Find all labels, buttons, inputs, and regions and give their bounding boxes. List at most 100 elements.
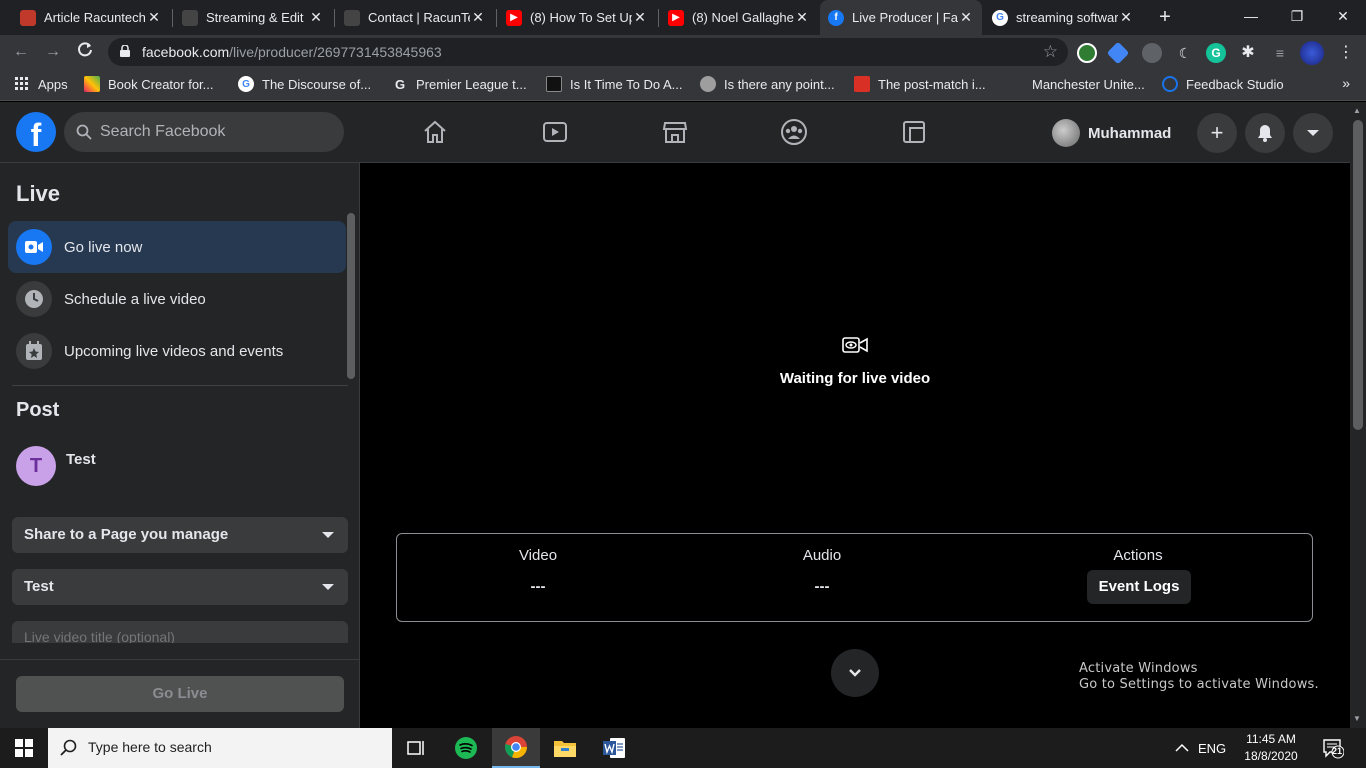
facebook-search-input[interactable]: Search Facebook xyxy=(64,112,344,152)
scrollbar-thumb[interactable] xyxy=(1353,120,1363,430)
create-button[interactable]: + xyxy=(1197,113,1237,153)
tab-separator xyxy=(172,9,173,27)
profile-button[interactable]: Muhammad xyxy=(1052,116,1171,150)
close-tab-icon[interactable]: ✕ xyxy=(794,9,810,26)
facebook-icon: f xyxy=(828,9,844,26)
extension-icon[interactable] xyxy=(1077,43,1097,63)
chevron-down-icon xyxy=(849,669,861,677)
browser-tab-active[interactable]: f Live Producer | Facebook ✕ xyxy=(820,0,982,35)
chrome-menu-icon[interactable]: ⋮ xyxy=(1336,43,1356,63)
taskbar-search-input[interactable]: Type here to search xyxy=(48,728,392,768)
home-nav-button[interactable] xyxy=(417,114,453,150)
dark-mode-icon[interactable]: ☾ xyxy=(1175,43,1195,63)
bookmark-item[interactable]: Book Creator for... xyxy=(84,76,214,92)
lock-icon xyxy=(120,45,130,57)
new-tab-button[interactable]: + xyxy=(1154,6,1176,28)
scroll-down-icon[interactable]: ▼ xyxy=(1353,714,1361,723)
browser-tab[interactable]: Article Racuntech ✕ xyxy=(12,0,170,35)
clock-icon xyxy=(16,281,52,317)
waiting-status-text: Waiting for live video xyxy=(779,370,931,387)
show-hidden-icons-button[interactable] xyxy=(1175,728,1189,768)
close-window-button[interactable]: ✕ xyxy=(1320,0,1366,35)
go-live-button[interactable]: Go Live xyxy=(16,676,344,712)
chrome-taskbar-button[interactable] xyxy=(492,728,540,768)
address-bar[interactable]: facebook.com/live/producer/2697731453845… xyxy=(108,38,1068,66)
upcoming-live-videos-item[interactable]: Upcoming live videos and events xyxy=(8,325,346,377)
url-text: facebook.com/live/producer/2697731453845… xyxy=(142,44,442,60)
share-destination-select[interactable]: Share to a Page you manage xyxy=(12,517,348,553)
close-tab-icon[interactable]: ✕ xyxy=(146,9,162,26)
extensions-puzzle-icon[interactable]: ✱ xyxy=(1238,43,1258,63)
browser-tab[interactable]: Streaming & Edit ✕ xyxy=(174,0,332,35)
browser-tab[interactable]: ▶ (8) Noel Gallagher ✕ xyxy=(660,0,818,35)
extension-icon[interactable] xyxy=(1142,43,1162,63)
forward-button[interactable]: → xyxy=(42,41,64,63)
language-indicator[interactable]: ENG xyxy=(1198,728,1226,768)
event-logs-button[interactable]: Event Logs xyxy=(1087,570,1191,604)
browser-tab[interactable]: ▶ (8) How To Set Up ✕ xyxy=(498,0,656,35)
bookmark-item[interactable]: G Premier League t... xyxy=(392,76,527,92)
sidebar-scrollbar[interactable] xyxy=(347,213,355,379)
bookmark-item[interactable]: Feedback Studio xyxy=(1162,76,1284,92)
bookmark-star-icon[interactable]: ☆ xyxy=(1043,42,1058,62)
bookmark-item[interactable]: The post-match i... xyxy=(854,76,986,92)
minimize-button[interactable]: — xyxy=(1228,0,1274,35)
start-button[interactable] xyxy=(0,728,48,768)
browser-tab[interactable]: G streaming software ✕ xyxy=(984,0,1142,35)
schedule-live-video-item[interactable]: Schedule a live video xyxy=(8,273,346,325)
bookmark-item[interactable]: G The Discourse of... xyxy=(238,76,371,92)
youtube-icon: ▶ xyxy=(668,9,684,26)
spotify-taskbar-button[interactable] xyxy=(442,728,490,768)
close-tab-icon[interactable]: ✕ xyxy=(1118,9,1134,26)
gaming-nav-button[interactable] xyxy=(896,114,932,150)
apps-grid-icon xyxy=(14,76,30,92)
browser-tab[interactable]: Contact | RacunTech ✕ xyxy=(336,0,494,35)
more-bookmarks-icon[interactable]: » xyxy=(1342,75,1350,91)
system-clock[interactable]: 11:45 AM 18/8/2020 xyxy=(1236,731,1306,765)
watch-nav-button[interactable] xyxy=(537,114,573,150)
grammarly-icon[interactable]: G xyxy=(1206,43,1226,63)
chevron-down-icon xyxy=(1307,130,1319,136)
extension-icon[interactable] xyxy=(1106,41,1130,65)
bookmark-item[interactable]: Manchester Unite... xyxy=(1008,76,1145,92)
facebook-logo-icon[interactable]: f xyxy=(16,112,56,152)
close-tab-icon[interactable]: ✕ xyxy=(308,9,324,26)
close-tab-icon[interactable]: ✕ xyxy=(958,9,974,26)
marketplace-nav-button[interactable] xyxy=(657,114,693,150)
file-explorer-taskbar-button[interactable] xyxy=(541,728,589,768)
scroll-up-icon[interactable]: ▲ xyxy=(1353,106,1361,115)
account-menu-button[interactable] xyxy=(1293,113,1333,153)
word-taskbar-button[interactable] xyxy=(590,728,638,768)
groups-nav-button[interactable] xyxy=(776,114,812,150)
bookmark-apps[interactable]: Apps xyxy=(14,76,68,92)
post-as-user[interactable]: T Test xyxy=(16,446,96,486)
bookmark-item[interactable]: Is It Time To Do A... xyxy=(546,76,682,92)
page-select[interactable]: Test xyxy=(12,569,348,605)
back-button[interactable]: ← xyxy=(10,41,32,63)
expand-button[interactable] xyxy=(831,649,879,697)
live-preview-area: Waiting for live video Video --- Audio -… xyxy=(360,163,1350,728)
menu-item-label: Upcoming live videos and events xyxy=(64,342,284,360)
search-placeholder: Search Facebook xyxy=(100,123,226,140)
reading-list-icon[interactable]: ≡ xyxy=(1270,43,1290,63)
notifications-button[interactable] xyxy=(1245,113,1285,153)
search-icon xyxy=(60,739,77,756)
restore-button[interactable]: ❐ xyxy=(1274,0,1320,35)
live-producer-sidebar: Live Go live now Schedule a live video U… xyxy=(0,163,360,728)
stream-health-panel: Video --- Audio --- Actions Event Logs xyxy=(396,533,1313,622)
action-center-button[interactable]: 21 xyxy=(1322,737,1345,759)
reload-button[interactable] xyxy=(74,41,96,63)
word-icon xyxy=(603,738,625,758)
close-tab-icon[interactable]: ✕ xyxy=(632,9,648,26)
live-heading: Live xyxy=(16,181,61,206)
notification-count: 21 xyxy=(1332,746,1343,756)
live-video-title-input[interactable] xyxy=(12,621,348,643)
page-scrollbar[interactable]: ▲ ▼ xyxy=(1350,102,1366,728)
task-view-button[interactable] xyxy=(392,728,440,768)
actions-label: Actions xyxy=(1113,547,1163,564)
bookmark-favicon-icon xyxy=(84,76,100,92)
close-tab-icon[interactable]: ✕ xyxy=(470,9,486,26)
go-live-now-item[interactable]: Go live now xyxy=(8,221,346,273)
bookmark-item[interactable]: Is there any point... xyxy=(700,76,835,92)
profile-avatar-icon[interactable] xyxy=(1300,41,1324,65)
